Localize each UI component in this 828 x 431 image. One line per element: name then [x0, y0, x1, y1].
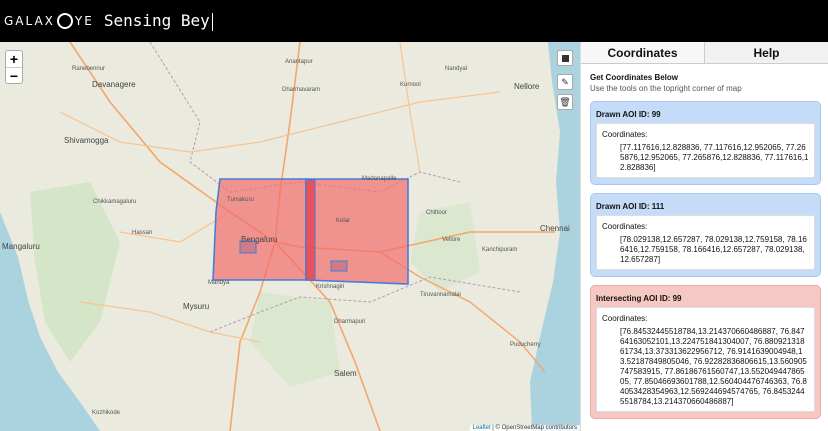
place-nandyal: Nandyal — [445, 66, 468, 72]
place-mandya: Mandya — [208, 280, 230, 286]
map-attribution: Leaflet | © OpenStreetMap contributors — [469, 425, 580, 431]
map-canvas — [0, 42, 580, 431]
aoi-card-body: Coordinates: [78.029138,12.657287, 78.02… — [596, 215, 815, 270]
place-anantapur: Anantapur — [285, 59, 313, 65]
zoom-control: + − — [5, 50, 23, 84]
place-shivamogga: Shivamogga — [64, 136, 109, 145]
map-view[interactable]: Anantapur Ranebennur Nandyal Davanagere … — [0, 42, 580, 431]
top-bar: GALAX YE Sensing Bey — [0, 0, 828, 42]
coordinates-label: Coordinates: — [602, 314, 648, 323]
tab-help[interactable]: Help — [704, 42, 828, 63]
place-salem: Salem — [334, 369, 357, 378]
logo-text-left: GALAX — [4, 14, 55, 28]
coordinates-label: Coordinates: — [602, 222, 648, 231]
trash-icon: 🗑 — [559, 96, 571, 107]
leaflet-link[interactable]: Leaflet — [473, 425, 491, 431]
delete-layers-button[interactable]: 🗑 — [557, 94, 573, 110]
aoi-card-title: Drawn AOI ID: 111 — [596, 202, 665, 211]
place-ranebennur: Ranebennur — [72, 66, 106, 72]
text-cursor — [211, 12, 213, 31]
place-kozhikode: Kozhikode — [92, 410, 121, 416]
aoi-99-polygon — [212, 178, 307, 281]
place-mysuru: Mysuru — [183, 302, 210, 311]
attribution-text: | © OpenStreetMap contributors — [490, 425, 577, 431]
galaxeye-logo[interactable]: GALAX YE — [4, 13, 94, 29]
aoi-card-title: Drawn AOI ID: 99 — [596, 110, 661, 119]
side-panel: Coordinates Help Get Coordinates Below U… — [580, 42, 828, 431]
panel-heading: Get Coordinates Below — [590, 73, 679, 82]
app-title: Sensing Bey — [104, 11, 213, 31]
panel-tabs: Coordinates Help — [581, 42, 828, 64]
place-vellore: Vellore — [442, 237, 461, 243]
place-krishnagiri: Krishnagiri — [316, 284, 345, 290]
place-kurnool: Kurnool — [400, 82, 421, 88]
draw-rectangle-button[interactable] — [557, 50, 573, 66]
place-bengaluru: Bengaluru — [241, 235, 278, 244]
rectangle-icon — [561, 54, 569, 62]
place-kolar: Kolar — [336, 218, 351, 224]
intersection-polygon — [305, 179, 316, 281]
coordinates-value: [76.84532445518784,13.214370660486887, 7… — [620, 327, 807, 406]
place-kanchipuram: Kanchipuram — [482, 247, 518, 253]
place-mangaluru: Mangaluru — [2, 242, 40, 251]
panel-subheading: Use the tools on the topright corner of … — [590, 84, 742, 93]
zoom-out-button[interactable]: − — [6, 67, 22, 84]
intersecting-aoi-card: Intersecting AOI ID: 99 Coordinates: [76… — [590, 285, 821, 419]
place-puducherry: Puducherry — [510, 342, 541, 348]
coordinates-value: [78.029138,12.657287, 78.029138,12.75915… — [620, 235, 807, 264]
zoom-in-button[interactable]: + — [6, 51, 22, 67]
aoi-card: Drawn AOI ID: 99 Coordinates: [77.117616… — [590, 101, 821, 185]
aoi-card-body: Coordinates: [77.117616,12.828836, 77.11… — [596, 123, 815, 178]
coordinates-value: [77.117616,12.828836, 77.117616,12.95206… — [620, 143, 809, 172]
place-chennai: Chennai — [540, 224, 570, 233]
drawn-aoi-111-box — [330, 260, 348, 272]
place-dharmapuri: Dharmapuri — [334, 319, 366, 325]
aoi-card-title: Intersecting AOI ID: 99 — [596, 294, 682, 303]
logo-text-right: YE — [74, 14, 94, 28]
aoi-111-polygon — [305, 178, 409, 285]
edit-layers-button[interactable]: ✎ — [557, 74, 573, 90]
place-dharmavaram: Dharmavaram — [282, 87, 321, 93]
aoi-card-body: Coordinates: [76.84532445518784,13.21437… — [596, 307, 815, 412]
tab-coordinates[interactable]: Coordinates — [581, 42, 704, 63]
logo-eye-icon — [56, 13, 73, 29]
place-nellore: Nellore — [514, 82, 540, 91]
draw-toolbar: ✎ 🗑 — [557, 50, 573, 114]
coordinates-label: Coordinates: — [602, 130, 648, 139]
edit-icon: ✎ — [561, 76, 569, 87]
place-tumakuru: Tumakuru — [227, 197, 254, 203]
place-hassan: Hassan — [132, 230, 153, 236]
place-chittoor: Chittoor — [426, 210, 448, 216]
place-chikkamagaluru: Chikkamagaluru — [93, 199, 137, 205]
place-madanapalle: Madanapalle — [362, 176, 397, 182]
place-davanagere: Davanagere — [92, 80, 136, 89]
aoi-card: Drawn AOI ID: 111 Coordinates: [78.02913… — [590, 193, 821, 277]
place-tiruvannamalai: Tiruvannamalai — [420, 292, 461, 298]
